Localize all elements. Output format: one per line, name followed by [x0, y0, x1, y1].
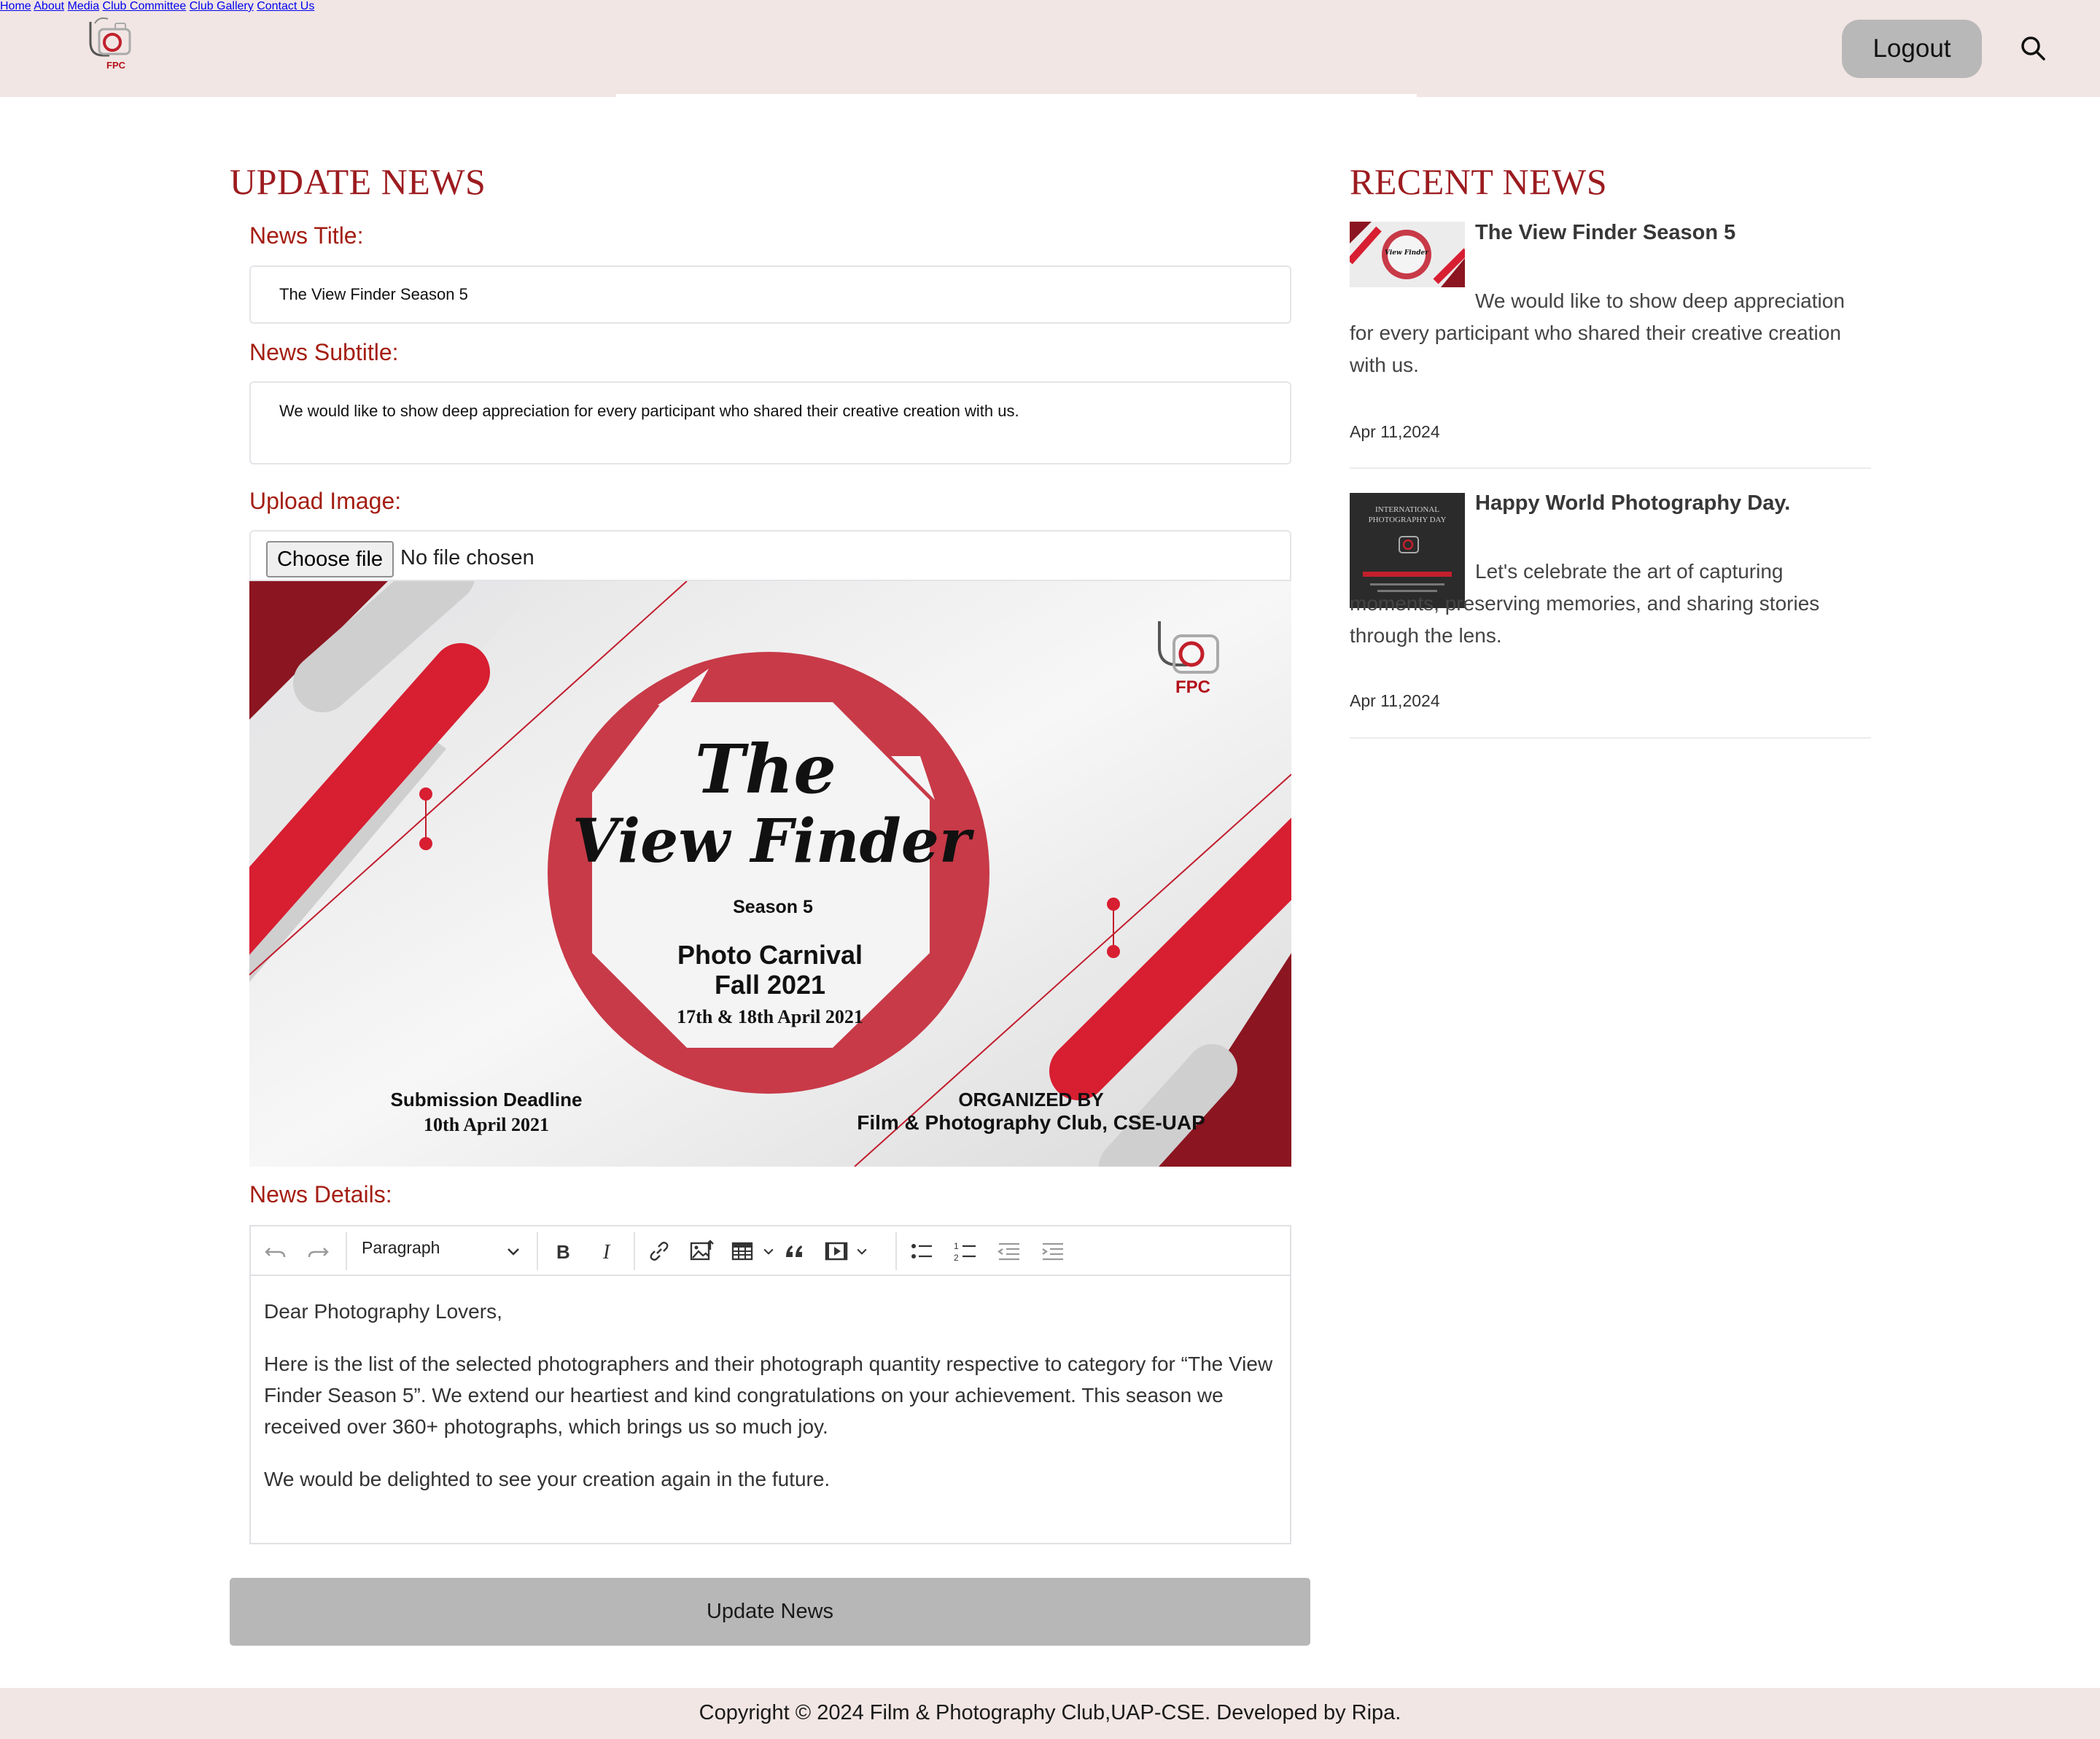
undo-icon[interactable]	[261, 1237, 290, 1266]
news-title-label: News Title:	[249, 222, 364, 249]
toolbar-separator	[537, 1232, 538, 1270]
svg-text:View Finder: View Finder	[1385, 249, 1429, 257]
svg-text:FPC: FPC	[106, 60, 126, 71]
editor-paragraph: Dear Photography Lovers,	[264, 1300, 502, 1323]
nav-underline	[616, 94, 1417, 97]
indent-icon[interactable]	[1038, 1237, 1068, 1266]
news-item-text: We would like to show deep appreciation …	[1350, 289, 1845, 376]
image-upload-icon[interactable]	[687, 1237, 716, 1266]
editor-toolbar: Paragraph B I 12	[251, 1226, 1290, 1276]
svg-text:1: 1	[954, 1241, 959, 1251]
choose-file-button[interactable]: Choose file	[266, 541, 394, 577]
editor-paragraph: We would be delighted to see your creati…	[264, 1468, 831, 1490]
news-image-preview: FPC The View Finder Season 5 Photo Carni…	[249, 581, 1291, 1167]
news-item-date: Apr 11,2024	[1350, 691, 1440, 710]
news-subtitle-input[interactable]: We would like to show deep appreciation …	[249, 381, 1291, 464]
news-item-title[interactable]: The View Finder Season 5	[1475, 221, 1735, 245]
svg-text:View Finder: View Finder	[572, 806, 975, 876]
italic-icon[interactable]: I	[594, 1237, 623, 1266]
update-news-button[interactable]: Update News	[230, 1578, 1310, 1646]
svg-text:The: The	[695, 730, 836, 809]
news-thumbnail[interactable]: View Finder	[1350, 222, 1465, 287]
news-divider	[1350, 467, 1871, 469]
toolbar-separator	[895, 1232, 897, 1270]
svg-text:PHOTOGRAPHY DAY: PHOTOGRAPHY DAY	[1369, 516, 1447, 524]
search-icon[interactable]	[2020, 35, 2046, 61]
nav-contact-us[interactable]: Contact Us	[257, 0, 314, 12]
news-item-title[interactable]: Happy World Photography Day.	[1475, 491, 1790, 516]
svg-text:Photo Carnival: Photo Carnival	[677, 940, 863, 970]
upload-image-label: Upload Image:	[249, 488, 402, 514]
svg-text:Fall 2021: Fall 2021	[715, 970, 825, 1000]
news-item-text: Let's celebrate the art of capturing mom…	[1350, 560, 1820, 647]
copyright-text: Copyright © 2024 Film & Photography Club…	[699, 1701, 1401, 1724]
link-icon[interactable]	[645, 1237, 674, 1266]
table-dropdown-icon[interactable]	[761, 1244, 776, 1258]
bulleted-list-icon[interactable]	[907, 1237, 936, 1266]
svg-text:FPC: FPC	[1175, 677, 1210, 697]
nav-about[interactable]: About	[34, 0, 64, 12]
toolbar-separator	[634, 1232, 635, 1270]
svg-text:17th & 18th April 2021: 17th & 18th April 2021	[677, 1006, 863, 1027]
editor-paragraph: Here is the list of the selected photogr…	[264, 1353, 1273, 1438]
logout-button[interactable]: Logout	[1842, 20, 1982, 78]
svg-text:10th April 2021: 10th April 2021	[424, 1114, 549, 1135]
recent-news-item[interactable]: INTERNATIONAL PHOTOGRAPHY DAY Happy Worl…	[1350, 491, 1871, 739]
svg-text:Film & Photography Club, CSE-U: Film & Photography Club, CSE-UAP	[857, 1111, 1205, 1134]
news-details-label: News Details:	[249, 1181, 392, 1207]
editor-content[interactable]: Dear Photography Lovers, Here is the lis…	[264, 1296, 1278, 1516]
rich-text-editor: Paragraph B I 12 Dear Photography Lovers…	[249, 1225, 1291, 1544]
block-format-select[interactable]: Paragraph	[362, 1238, 440, 1258]
recent-news-item[interactable]: View Finder The View Finder Season 5 We …	[1350, 221, 1871, 469]
outdent-icon[interactable]	[995, 1237, 1024, 1266]
nav-home[interactable]: Home	[0, 0, 31, 12]
media-embed-icon[interactable]	[822, 1237, 852, 1266]
blockquote-icon[interactable]	[780, 1237, 809, 1266]
media-dropdown-icon[interactable]	[855, 1244, 869, 1258]
nav-club-committee[interactable]: Club Committee	[103, 0, 187, 12]
redo-icon[interactable]	[303, 1237, 332, 1266]
site-footer: Copyright © 2024 Film & Photography Club…	[0, 1688, 2100, 1739]
news-divider	[1350, 737, 1871, 739]
recent-news-heading: RECENT NEWS	[1350, 161, 1608, 202]
nav-media[interactable]: Media	[68, 0, 100, 12]
svg-text:Submission Deadline: Submission Deadline	[391, 1089, 583, 1110]
file-input[interactable]: Choose file No file chosen	[249, 530, 1291, 581]
svg-text:Season 5: Season 5	[733, 897, 813, 917]
svg-text:I: I	[602, 1241, 611, 1264]
svg-text:ORGANIZED BY: ORGANIZED BY	[958, 1089, 1103, 1110]
table-icon[interactable]	[729, 1237, 758, 1266]
club-logo[interactable]: FPC	[80, 13, 136, 71]
nav-club-gallery[interactable]: Club Gallery	[190, 0, 254, 12]
svg-text:B: B	[556, 1241, 570, 1263]
site-header: FPC Home About Media Club Committee Club…	[0, 0, 2100, 97]
news-subtitle-label: News Subtitle:	[249, 339, 399, 365]
svg-text:2: 2	[954, 1253, 959, 1263]
chevron-down-icon[interactable]	[505, 1242, 522, 1260]
news-item-date: Apr 11,2024	[1350, 422, 1440, 441]
file-status-text: No file chosen	[400, 546, 534, 569]
news-title-input[interactable]	[249, 265, 1291, 324]
svg-text:INTERNATIONAL: INTERNATIONAL	[1375, 505, 1439, 514]
numbered-list-icon[interactable]: 12	[951, 1237, 980, 1266]
bold-icon[interactable]: B	[548, 1237, 578, 1266]
toolbar-separator	[346, 1232, 347, 1270]
update-news-heading: UPDATE NEWS	[230, 161, 486, 202]
view-finder-poster: FPC The View Finder Season 5 Photo Carni…	[249, 581, 1291, 1167]
